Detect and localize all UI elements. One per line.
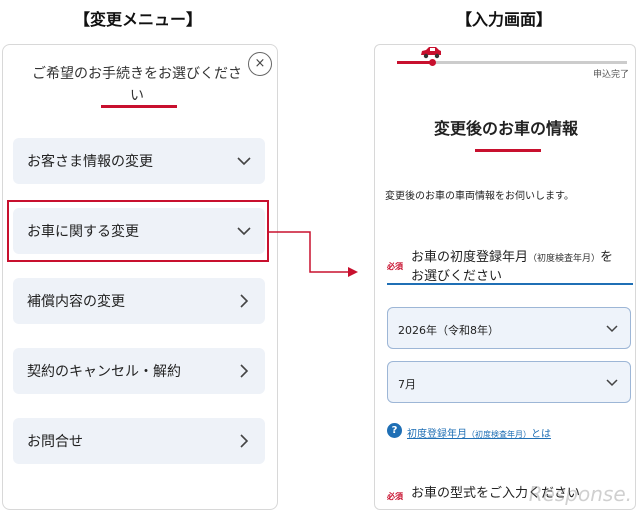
menu-item-label: 契約のキャンセル・解約 <box>27 364 181 380</box>
menu-item-inquiry[interactable]: お問合せ <box>13 418 265 464</box>
menu-item-label: 補償内容の変更 <box>27 294 125 310</box>
help-link-main: 初度登録年月 <box>407 429 467 440</box>
required-badge: 必須 <box>387 492 403 501</box>
menu-item-coverage-change[interactable]: 補償内容の変更 <box>13 278 265 324</box>
watermark: Response. <box>528 482 632 506</box>
form-description: 変更後のお車の車両情報をお伺いします。 <box>385 191 574 202</box>
menu-screen-heading: 【変更メニュー】 <box>74 10 203 29</box>
input-screen-panel: 申込完了 変更後のお車の情報 変更後のお車の車両情報をお伺いします。 必須 お車… <box>374 44 636 510</box>
title-underline <box>475 149 541 152</box>
year-select-value: 2026年（令和8年） <box>398 324 499 337</box>
month-select-value: 7月 <box>398 378 416 391</box>
chevron-down-icon <box>606 379 618 387</box>
progress-marker <box>428 59 436 66</box>
menu-title: ご希望のお手続きをお選びください <box>32 66 242 104</box>
chevron-right-icon <box>240 434 249 448</box>
menu-item-label: お問合せ <box>27 434 83 450</box>
question-tail: を <box>600 250 614 265</box>
progress-bar <box>397 59 627 66</box>
menu-item-label: お客さま情報の変更 <box>27 154 153 170</box>
chevron-right-icon <box>240 294 249 308</box>
required-badge: 必須 <box>387 262 403 271</box>
page-title: 変更後のお車の情報 <box>433 119 578 138</box>
menu-item-cancellation[interactable]: 契約のキャンセル・解約 <box>13 348 265 394</box>
question-main: お車の初度登録年月 <box>411 250 529 265</box>
question-mark-icon: ? <box>387 423 402 438</box>
year-select[interactable]: 2026年（令和8年） <box>387 307 631 349</box>
highlight-frame <box>7 200 269 262</box>
chevron-right-icon <box>240 364 249 378</box>
progress-fill <box>397 61 432 64</box>
input-screen-heading: 【入力画面】 <box>456 10 553 29</box>
question-first-registration: お車の初度登録年月（初度検査年月）を お選びください <box>411 249 633 285</box>
chevron-down-icon <box>606 325 618 333</box>
help-link[interactable]: 初度登録年月（初度検査年月）とは <box>407 425 551 440</box>
progress-end-label: 申込完了 <box>592 70 629 80</box>
change-menu-panel: ご希望のお手続きをお選びください × お客さま情報の変更 お車に関する変更 補償… <box>2 44 278 510</box>
question-underline <box>387 283 633 285</box>
connector-arrow <box>268 231 358 277</box>
close-icon: × <box>254 56 266 71</box>
question-note: （初度検査年月） <box>528 254 601 264</box>
car-icon <box>421 47 441 59</box>
help-link-tail: とは <box>531 429 551 440</box>
question-line2: お選びください <box>411 269 503 284</box>
help-link-note: （初度検査年月） <box>467 430 531 439</box>
menu-item-customer-info[interactable]: お客さま情報の変更 <box>13 138 265 184</box>
title-underline <box>101 105 177 108</box>
close-button[interactable]: × <box>248 52 272 76</box>
chevron-down-icon <box>237 157 251 166</box>
month-select[interactable]: 7月 <box>387 361 631 403</box>
